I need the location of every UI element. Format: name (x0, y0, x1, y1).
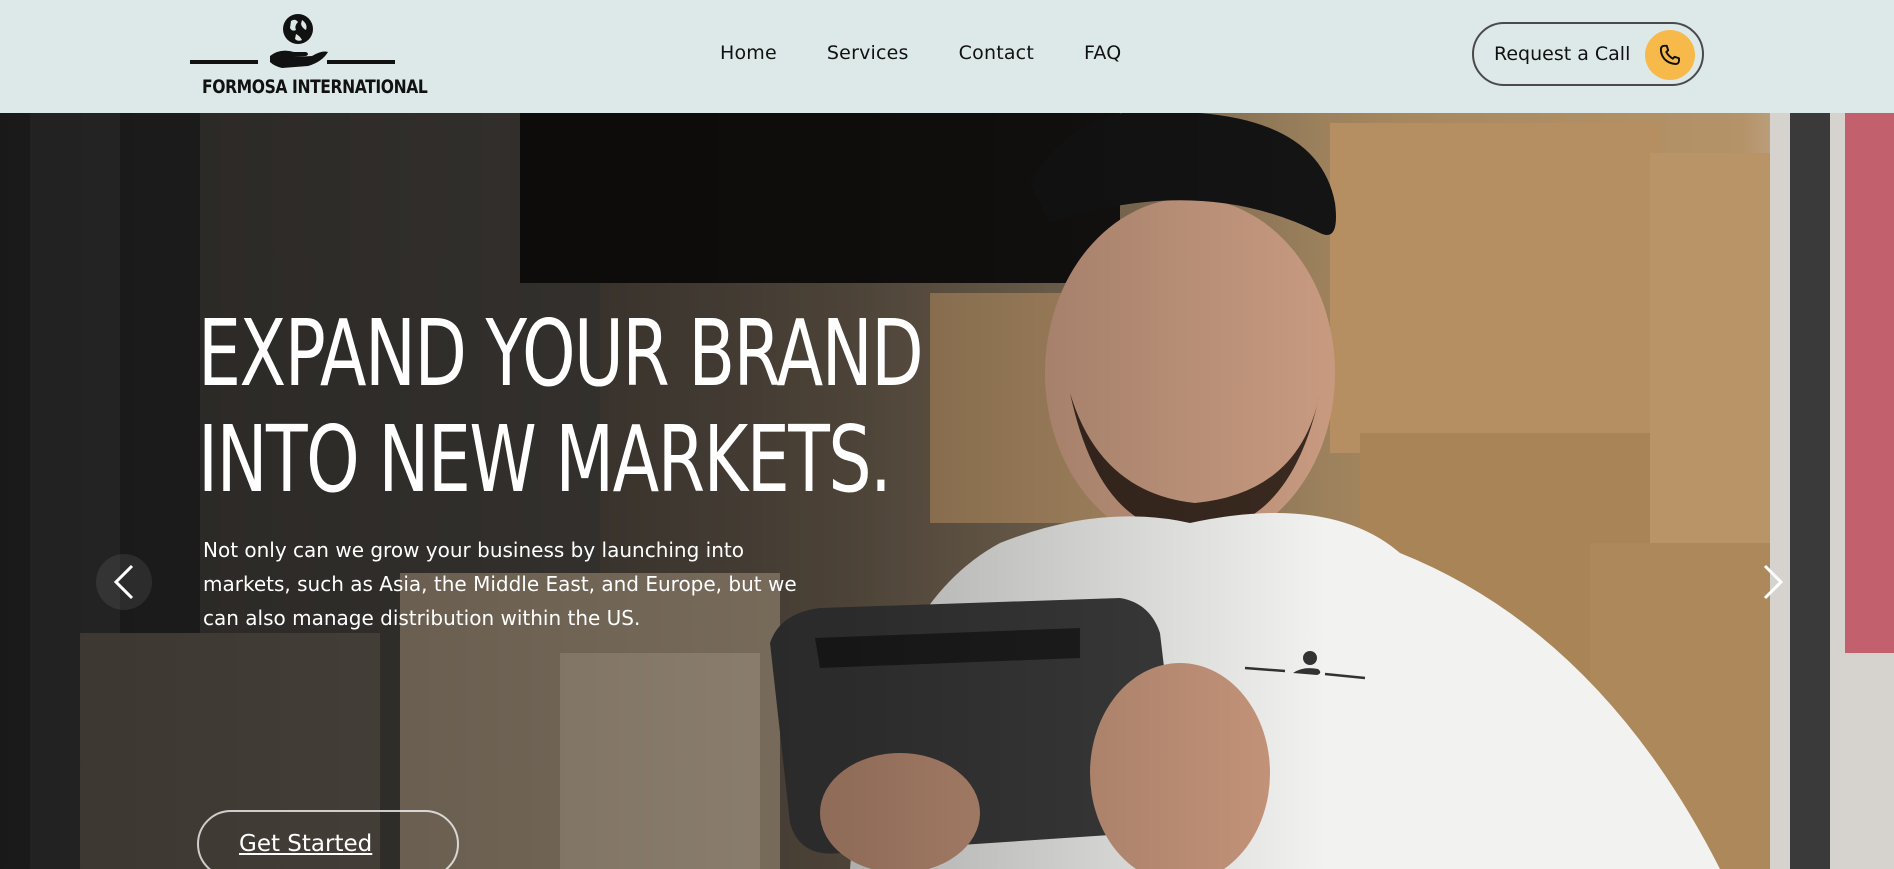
hero-headline-line-1: EXPAND YOUR BRAND (198, 300, 924, 407)
hero-headline: EXPAND YOUR BRAND INTO NEW MARKETS. (198, 300, 924, 513)
hero-description: Not only can we grow your business by la… (203, 538, 797, 630)
main-nav: Home Services Contact FAQ (720, 42, 1121, 64)
carousel-prev-button[interactable] (96, 554, 152, 610)
get-started-button[interactable]: Get Started (197, 810, 459, 869)
nav-item-contact[interactable]: Contact (959, 42, 1034, 64)
chevron-left-icon (113, 564, 134, 600)
hero-section: EXPAND YOUR BRAND INTO NEW MARKETS. Not … (0, 113, 1894, 869)
phone-icon (1645, 30, 1695, 80)
nav-item-faq[interactable]: FAQ (1084, 42, 1121, 64)
brand-logo[interactable]: FORMOSA INTERNATIONAL (190, 12, 428, 102)
nav-item-home[interactable]: Home (720, 42, 777, 64)
site-header: FORMOSA INTERNATIONAL Home Services Cont… (0, 0, 1894, 113)
carousel-next-button[interactable] (1745, 554, 1801, 610)
request-call-button[interactable]: Request a Call (1472, 22, 1704, 86)
brand-name: FORMOSA INTERNATIONAL (202, 76, 428, 98)
nav-item-services[interactable]: Services (827, 42, 909, 64)
request-call-label: Request a Call (1494, 43, 1631, 65)
globe-hand-logo-icon (190, 14, 395, 68)
chevron-right-icon (1763, 564, 1784, 600)
hero-headline-line-2: INTO NEW MARKETS. (198, 406, 892, 513)
